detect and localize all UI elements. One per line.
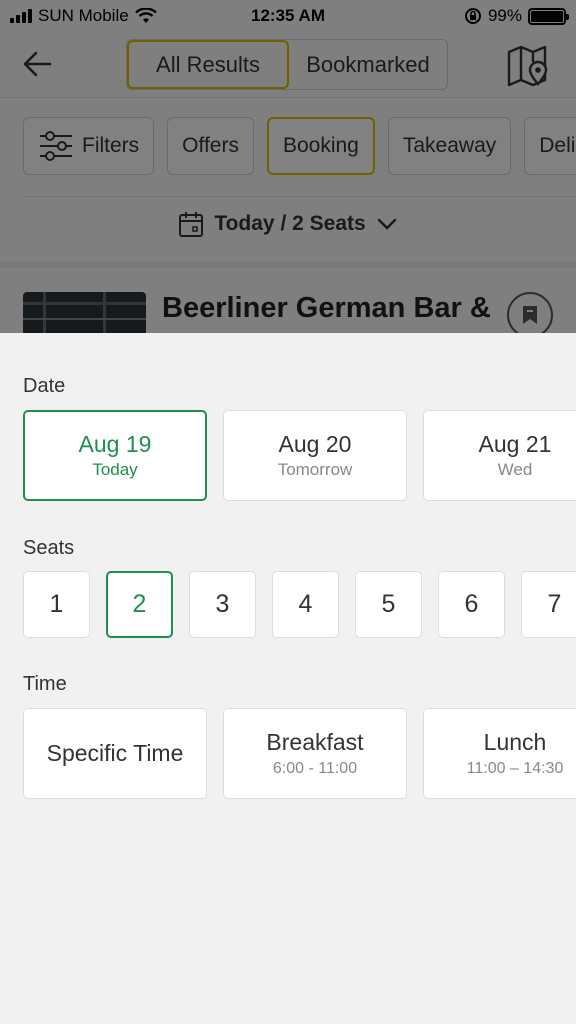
date-options: Aug 19 Today Aug 20 Tomorrow Aug 21 Wed	[23, 410, 576, 501]
date-main: Aug 19	[78, 431, 152, 457]
background-screen: SUN Mobile 12:35 AM 99% All Results Book…	[0, 0, 576, 333]
seat-option-2[interactable]: 2	[106, 571, 173, 638]
booking-options-sheet: Date Aug 19 Today Aug 20 Tomorrow Aug 21…	[0, 333, 576, 1024]
date-option-today[interactable]: Aug 19 Today	[23, 410, 207, 501]
date-sub: Today	[92, 460, 138, 479]
seat-option-3[interactable]: 3	[189, 571, 256, 638]
date-option-wed[interactable]: Aug 21 Wed	[423, 410, 576, 501]
seat-option-4[interactable]: 4	[272, 571, 339, 638]
time-main: Specific Time	[46, 740, 184, 766]
time-options: Specific Time Breakfast 6:00 - 11:00 Lun…	[23, 708, 576, 799]
time-main: Breakfast	[266, 729, 364, 755]
seat-options: 1 2 3 4 5 6 7	[23, 571, 576, 638]
time-option-specific[interactable]: Specific Time	[23, 708, 207, 799]
time-option-lunch[interactable]: Lunch 11:00 – 14:30	[423, 708, 576, 799]
date-sub: Wed	[497, 460, 533, 479]
date-sub: Tomorrow	[277, 460, 353, 479]
date-main: Aug 21	[478, 431, 552, 457]
modal-overlay[interactable]	[0, 0, 576, 333]
seat-option-6[interactable]: 6	[438, 571, 505, 638]
time-sub: 11:00 – 14:30	[466, 760, 564, 777]
time-section-label: Time	[23, 673, 67, 695]
seat-option-7[interactable]: 7	[521, 571, 576, 638]
seats-section-label: Seats	[23, 537, 75, 559]
date-main: Aug 20	[278, 431, 352, 457]
seat-option-1[interactable]: 1	[23, 571, 90, 638]
time-option-breakfast[interactable]: Breakfast 6:00 - 11:00	[223, 708, 407, 799]
date-option-tomorrow[interactable]: Aug 20 Tomorrow	[223, 410, 407, 501]
seat-option-5[interactable]: 5	[355, 571, 422, 638]
time-main: Lunch	[483, 729, 547, 755]
date-section-label: Date	[23, 375, 66, 397]
time-sub: 6:00 - 11:00	[272, 760, 358, 777]
